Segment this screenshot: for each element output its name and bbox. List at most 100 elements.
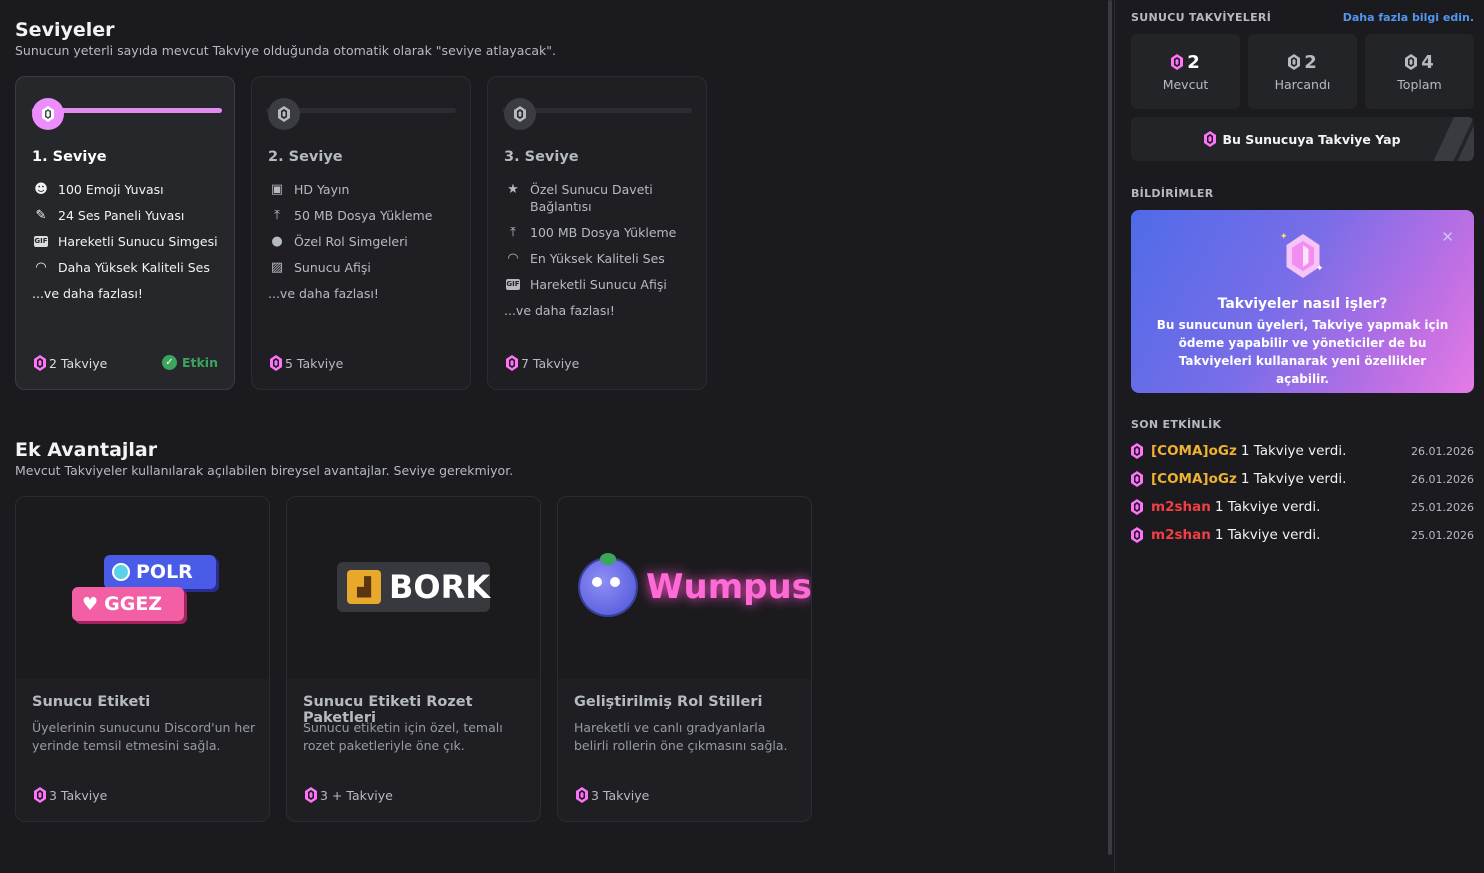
wumpus-role-name: Wumpus <box>646 567 812 607</box>
check-icon: ✓ <box>161 355 177 370</box>
sidebar: SUNUCU TAKVİYELERİ Daha fazla bilgi edin… <box>1114 0 1484 873</box>
stat-available: 2 Mevcut <box>1131 34 1240 109</box>
learn-more-link[interactable]: Daha fazla bilgi edin. <box>1343 11 1474 24</box>
activity-date: 25.01.2026 <box>1411 500 1474 514</box>
boost-crystal-icon: ✦ ✦ <box>1280 232 1324 282</box>
activity-date: 25.01.2026 <box>1411 528 1474 542</box>
boosts-heading: SUNUCU TAKVİYELERİ <box>1131 11 1272 24</box>
perk-item: ▣ HD Yayın <box>268 181 462 198</box>
perk-description: Üyelerinin sunucunu Discord'un her yerin… <box>32 720 256 753</box>
perk-item: ◠ Daha Yüksek Kaliteli Ses <box>32 259 226 276</box>
star-icon: ★ <box>507 182 519 197</box>
notification-body: Bu sunucunun üyeleri, Takviye yapmak içi… <box>1156 318 1449 386</box>
soundboard-icon: ✎ <box>35 208 47 223</box>
stat-spent: 2 Harcandı <box>1248 34 1357 109</box>
upload-icon: ⤒ <box>274 208 280 223</box>
extra-perks-subtitle: Mevcut Takviyeler kullanılarak açılabile… <box>15 463 514 478</box>
tier-cost: 7 Takviye <box>506 355 579 371</box>
upload-icon: ⤒ <box>510 225 516 240</box>
perk-cost: 3 Takviye <box>576 787 649 803</box>
tier-perk-list: ▣ HD Yayın ⤒ 50 MB Dosya Yükleme ● Özel Rol… <box>268 181 462 311</box>
tier-perk-list: ☻ 100 Emoji Yuvası ✎ 24 Ses Paneli Yuvası … <box>32 181 226 311</box>
boost-this-server-button[interactable]: Bu Sunucuya Takviye Yap <box>1131 117 1474 161</box>
perk-item: GIF Hareketli Sunucu Afişi <box>506 277 667 292</box>
tier-name: 1. Seviye <box>32 149 107 165</box>
activity-user: [COMA]oGz <box>1151 443 1237 459</box>
perk-title: Geliştirilmiş Rol Stilleri <box>574 694 763 710</box>
close-icon[interactable]: ✕ <box>1441 228 1454 246</box>
perk-card-role-styles[interactable]: Wumpus Geliştirilmiş Rol Stilleri Hareke… <box>557 496 812 822</box>
boost-gem-icon <box>270 355 282 371</box>
perk-item: ☻ 100 Emoji Yuvası <box>32 181 226 198</box>
notification-card: ✕ ✦ ✦ Takviyeler nasıl işler? Bu sunucun… <box>1131 210 1474 393</box>
tier-name: 3. Seviye <box>504 149 579 165</box>
boost-gem-icon <box>305 787 317 803</box>
scrollbar[interactable] <box>1108 0 1112 855</box>
banner-icon: ▨ <box>270 260 284 275</box>
extra-perks-title: Ek Avantajlar <box>15 439 158 461</box>
boost-gem-icon <box>1131 471 1143 487</box>
role-style-art: Wumpus <box>558 497 811 679</box>
tier-perk-list: ★ Özel Sunucu Daveti Bağlantısı ⤒ 100 MB D… <box>504 181 698 328</box>
boost-gem-icon <box>576 787 588 803</box>
tier-node-icon <box>32 98 64 130</box>
gif-icon: GIF <box>506 279 520 290</box>
boost-gem-icon <box>1131 499 1143 515</box>
active-status-badge: ✓ Etkin <box>161 355 218 370</box>
activity-row: m2shan 1 Takviye verdi. 25.01.2026 <box>1131 525 1474 545</box>
more-text: ...ve daha fazlası! <box>268 286 379 301</box>
perk-title: Sunucu Etiketi <box>32 694 151 710</box>
boost-gem-icon <box>1131 443 1143 459</box>
boost-gem-icon <box>34 787 46 803</box>
perk-card-badge-packs[interactable]: ▟ BORK Sunucu Etiketi Rozet Paketleri Sun… <box>286 496 541 822</box>
dog-icon: ▟ <box>347 570 381 604</box>
boost-gem-icon <box>1131 527 1143 543</box>
activity-user: [COMA]oGz <box>1151 471 1237 487</box>
headphones-icon: ◠ <box>35 260 47 275</box>
perk-item: ▨ Sunucu Afişi <box>268 259 462 276</box>
boost-gem-grey-icon <box>1288 54 1300 70</box>
tag-ggez: ♥ GGEZ <box>72 587 184 621</box>
badge-pack-art: ▟ BORK <box>287 497 540 679</box>
role-icon: ● <box>271 234 283 249</box>
headphones-icon: ◠ <box>507 251 519 266</box>
perk-item: ⤒ 50 MB Dosya Yükleme <box>268 207 462 224</box>
activity-row: [COMA]oGz 1 Takviye verdi. 26.01.2026 <box>1131 441 1474 461</box>
wumpus-avatar <box>580 553 636 615</box>
more-text: ...ve daha fazlası! <box>32 286 143 301</box>
boost-gem-icon <box>506 355 518 371</box>
activity-row: [COMA]oGz 1 Takviye verdi. 26.01.2026 <box>1131 469 1474 489</box>
activity-user: m2shan <box>1151 527 1211 543</box>
tier-card-3: 3. Seviye ★ Özel Sunucu Daveti Bağlantısı… <box>487 76 707 390</box>
tag-bork: ▟ BORK <box>337 562 490 612</box>
main-content: Seviyeler Sunucun yeterli sayıda mevcut … <box>0 0 1108 873</box>
perk-item: ◠ En Yüksek Kaliteli Ses <box>504 250 698 267</box>
activity-user: m2shan <box>1151 499 1211 515</box>
tier-card-1: 1. Seviye ☻ 100 Emoji Yuvası ✎ 24 Ses Pane… <box>15 76 235 390</box>
gear-icon <box>112 563 130 581</box>
tag-polr: POLR <box>104 555 216 589</box>
stat-total: 4 Toplam <box>1365 34 1474 109</box>
emoji-icon: ☻ <box>34 182 48 197</box>
boost-gem-icon <box>34 355 46 371</box>
perk-cost: 3 + Takviye <box>305 787 393 803</box>
tier-name: 2. Seviye <box>268 149 343 165</box>
boost-gem-grey-icon <box>1405 54 1417 70</box>
gif-icon: GIF <box>34 236 48 247</box>
tier-cost: 5 Takviye <box>270 355 343 371</box>
perk-card-server-tag[interactable]: POLR ♥ GGEZ Sunucu Etiketi Üyelerinin sun… <box>15 496 270 822</box>
perk-cost: 3 Takviye <box>34 787 107 803</box>
tier-node-icon <box>504 98 536 130</box>
perk-item: ★ Özel Sunucu Daveti Bağlantısı <box>504 181 698 215</box>
tier-cost: 2 Takviye <box>34 355 107 371</box>
screen-share-icon: ▣ <box>270 182 284 197</box>
notifications-heading: BİLDİRİMLER <box>1131 187 1214 200</box>
perk-item: ● Özel Rol Simgeleri <box>268 233 462 250</box>
boost-gem-icon <box>1204 131 1216 147</box>
levels-subtitle: Sunucun yeterli sayıda mevcut Takviye ol… <box>15 43 556 58</box>
perk-item: GIF Hareketli Sunucu Simgesi <box>34 234 218 249</box>
heart-icon: ♥ <box>82 593 99 615</box>
tier-card-2: 2. Seviye ▣ HD Yayın ⤒ 50 MB Dosya Yükleme… <box>251 76 471 390</box>
activity-date: 26.01.2026 <box>1411 472 1474 486</box>
notification-title: Takviyeler nasıl işler? <box>1217 296 1388 312</box>
